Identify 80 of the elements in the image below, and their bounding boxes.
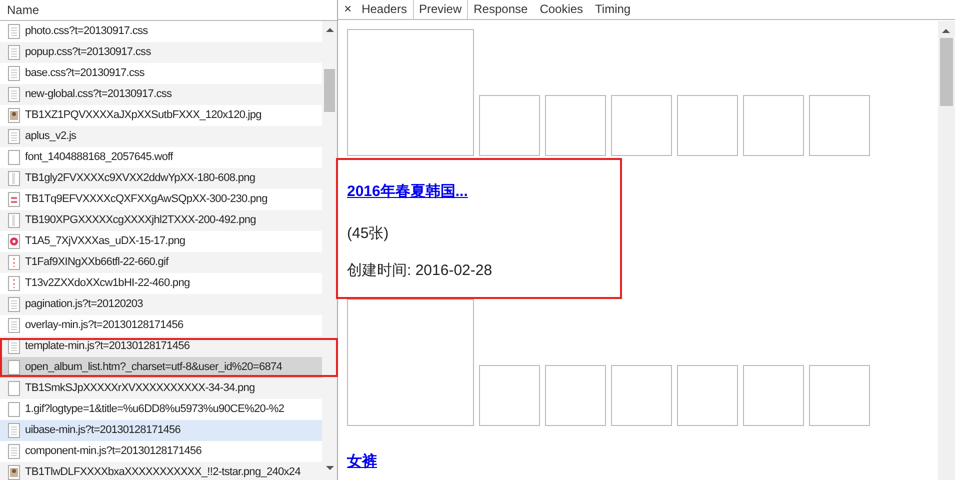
request-row[interactable]: T1Faf9XINgXXb66tfl-22-660.gif xyxy=(0,252,322,273)
file-name: base.css?t=20130917.css xyxy=(25,66,144,82)
tab[interactable]: Preview xyxy=(412,0,468,19)
tab[interactable]: Headers xyxy=(356,0,413,19)
close-button[interactable]: × xyxy=(340,0,356,19)
file-name: T13v2ZXXdoXXcw1bHI-22-460.png xyxy=(25,276,190,292)
request-row[interactable]: TB190XPGXXXXXcgXXXXjhl2TXXX-200-492.png xyxy=(0,210,322,231)
file-name: TB1SmkSJpXXXXXrXVXXXXXXXXXX-34-34.png xyxy=(25,381,255,396)
file-name: TB190XPGXXXXXcgXXXXjhl2TXXX-200-492.png xyxy=(25,213,256,228)
file-name: T1Faf9XINgXXb66tfl-22-660.gif xyxy=(25,255,168,270)
file-icon xyxy=(8,66,20,81)
file-name: T1A5_7XjVXXXas_uDX-15-17.png xyxy=(25,234,186,250)
thumbnail-frame xyxy=(545,365,606,426)
file-icon xyxy=(8,150,20,165)
thumbnail-frame xyxy=(743,95,804,156)
file-icon xyxy=(8,108,20,123)
file-name: uibase-min.js?t=20130128171456 xyxy=(25,423,181,438)
file-name: TB1Tq9EFVXXXXcQXFXXgAwSQpXX-300-230.png xyxy=(25,192,268,208)
file-name: 1.gif?logtype=1&title=%u6DD8%u5973%u90CE%20-%2 xyxy=(25,402,284,418)
file-name: component-min.js?t=20130128171456 xyxy=(25,444,202,460)
tab[interactable]: Response xyxy=(468,0,534,19)
album-link[interactable]: 2016年春夏韩国... xyxy=(347,182,468,202)
request-row[interactable]: TB1gly2FVXXXXc9XVXX2ddwYpXX-180-608.png xyxy=(0,168,322,189)
thumbnail-frame xyxy=(743,365,804,426)
thumbnail-frame xyxy=(809,95,870,156)
file-icon xyxy=(8,192,20,207)
file-icon xyxy=(8,171,20,186)
tab[interactable]: Timing xyxy=(589,0,637,19)
file-name: aplus_v2.js xyxy=(25,129,76,144)
request-row[interactable]: open_album_list.htm?_charset=utf-8&user_id%20=6874 xyxy=(0,357,322,378)
thumbnail-frame xyxy=(545,95,606,156)
file-name: TB1gly2FVXXXXc9XVXX2ddwYpXX-180-608.png xyxy=(25,171,256,186)
file-icon xyxy=(8,423,20,438)
request-row[interactable]: aplus_v2.js xyxy=(0,126,322,147)
scrollbar[interactable] xyxy=(322,21,337,480)
album-link[interactable]: 女裤 xyxy=(347,452,377,472)
file-icon xyxy=(8,360,20,375)
file-icon xyxy=(8,213,20,228)
file-icon xyxy=(8,444,20,459)
file-icon xyxy=(8,129,20,144)
file-name: popup.css?t=20130917.css xyxy=(25,45,151,60)
file-icon xyxy=(8,234,20,249)
file-icon xyxy=(8,381,20,396)
thumbnail-frame xyxy=(677,95,738,156)
request-row[interactable]: TB1SmkSJpXXXXXrXVXXXXXXXXXX-34-34.png xyxy=(0,378,322,399)
file-icon xyxy=(8,24,20,39)
request-row[interactable]: popup.css?t=20130917.css xyxy=(0,42,322,63)
file-icon xyxy=(8,255,20,270)
thumbnail-frame xyxy=(809,365,870,426)
scrollbar[interactable] xyxy=(938,21,955,480)
file-name: photo.css?t=20130917.css xyxy=(25,24,148,40)
file-name: pagination.js?t=20120203 xyxy=(25,297,143,312)
request-row[interactable]: TB1TlwDLFXXXXbxaXXXXXXXXXXX_!!2-tstar.png_240x24 xyxy=(0,462,322,480)
request-row[interactable]: pagination.js?t=20120203 xyxy=(0,294,322,315)
request-row[interactable]: template-min.js?t=20130128171456 xyxy=(0,336,322,357)
thumbnail-frame xyxy=(479,95,540,156)
thumbnail-frame xyxy=(479,365,540,426)
file-icon xyxy=(8,402,20,417)
file-name: TB1TlwDLFXXXXbxaXXXXXXXXXXX_!!2-tstar.png_240x24 xyxy=(25,465,300,480)
file-name: TB1XZ1PQVXXXXaJXpXXSutbFXXX_120x120.jpg xyxy=(25,108,262,124)
file-icon xyxy=(8,276,20,291)
file-name: overlay-min.js?t=20130128171456 xyxy=(25,318,184,334)
file-name: template-min.js?t=20130128171456 xyxy=(25,339,190,354)
file-name: open_album_list.htm?_charset=utf-8&user_id%20=6874 xyxy=(25,360,282,376)
request-row[interactable]: uibase-min.js?t=20130128171456 xyxy=(0,420,322,441)
file-icon xyxy=(8,87,20,102)
thumbnail-frame xyxy=(677,365,738,426)
file-icon xyxy=(8,45,20,60)
file-icon xyxy=(8,465,20,480)
file-icon xyxy=(8,318,20,333)
thumbnail-frame xyxy=(611,365,672,426)
file-icon xyxy=(8,297,20,312)
created-date: 创建时间: 2016-02-28 xyxy=(347,261,492,281)
file-name: new-global.css?t=20130917.css xyxy=(25,87,172,102)
file-icon xyxy=(8,339,20,354)
request-row[interactable]: new-global.css?t=20130917.css xyxy=(0,84,322,105)
tab[interactable]: Cookies xyxy=(534,0,590,19)
file-name: font_1404888168_2057645.woff xyxy=(25,150,173,166)
thumbnail-frame xyxy=(611,95,672,156)
photo-count: (45张) xyxy=(347,224,389,244)
